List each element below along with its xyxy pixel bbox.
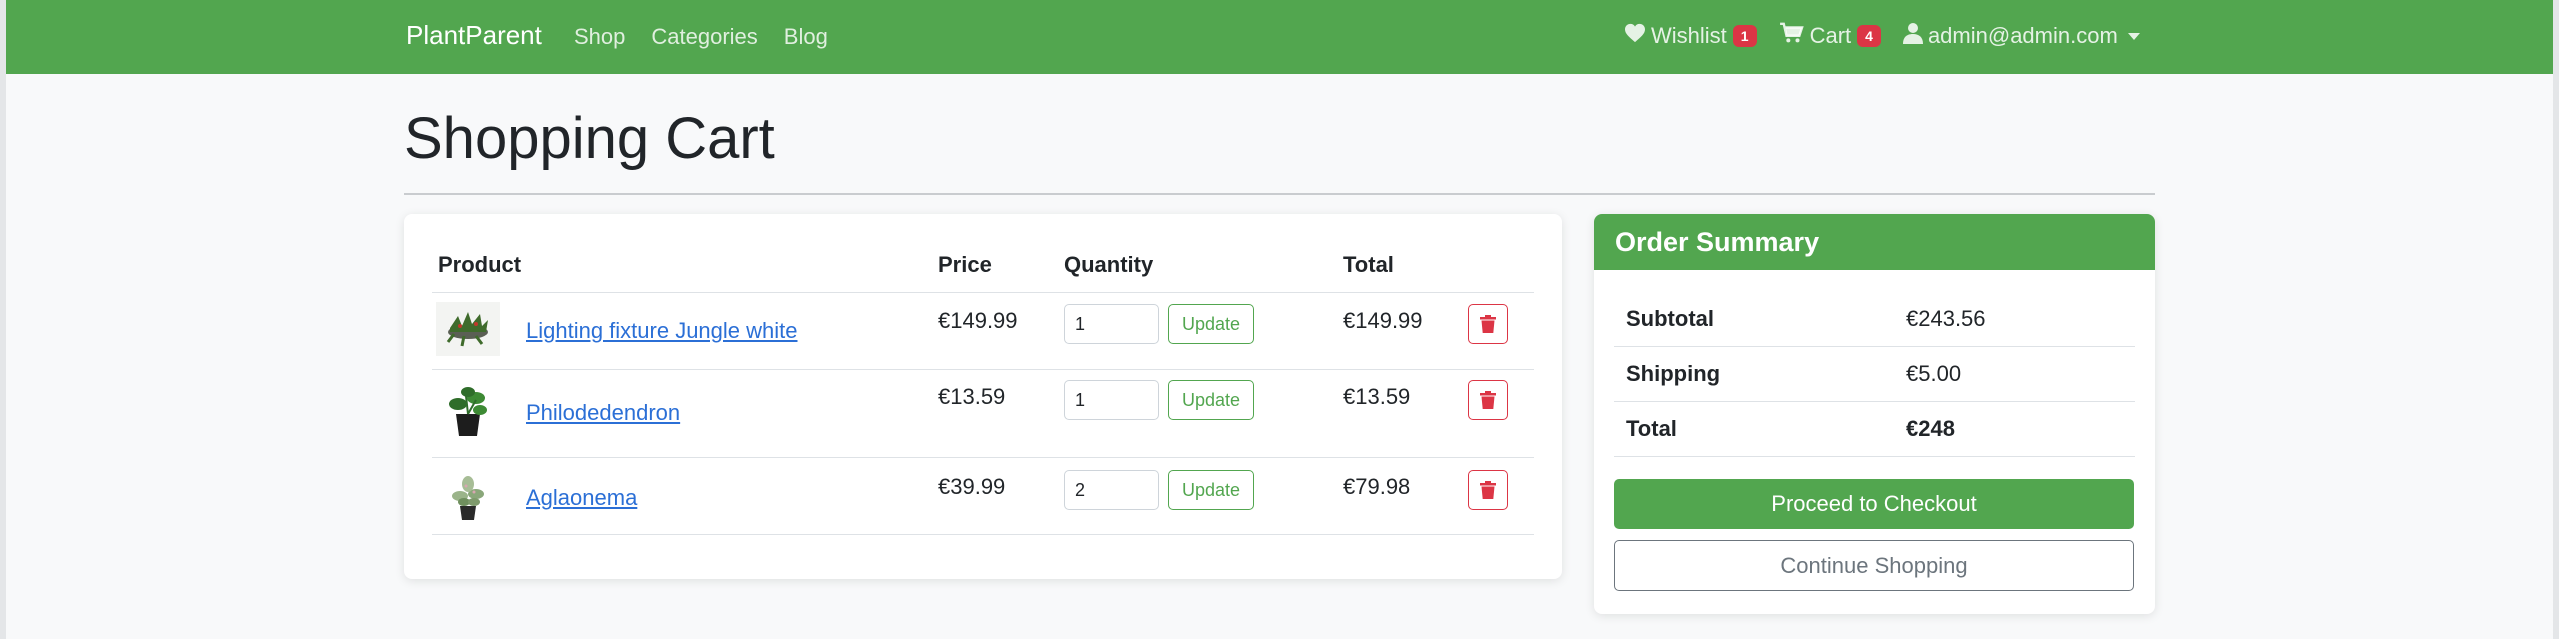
- product-thumbnail: [436, 384, 500, 438]
- cart-link[interactable]: Cart 4: [1779, 22, 1881, 50]
- brand-logo-link[interactable]: PlantParent: [406, 20, 542, 51]
- nav-right-group: Wishlist 1 Cart 4 admin@admin.com: [1624, 22, 2162, 50]
- wishlist-link[interactable]: Wishlist 1: [1624, 23, 1757, 49]
- user-menu-toggle[interactable]: admin@admin.com: [1902, 22, 2140, 50]
- item-total: €149.99: [1343, 308, 1423, 333]
- heart-icon: [1624, 23, 1651, 49]
- summary-divider: [1614, 346, 2135, 347]
- total-value: €248: [1906, 416, 1955, 441]
- proceed-to-checkout-button[interactable]: Proceed to Checkout: [1614, 479, 2134, 529]
- total-label: Total: [1626, 416, 1677, 441]
- column-header-product: Product: [438, 252, 522, 277]
- user-email: admin@admin.com: [1927, 23, 2118, 48]
- main-nav: Shop Categories Blog: [574, 24, 854, 50]
- remove-item-button[interactable]: [1468, 380, 1508, 420]
- header-divider: [432, 292, 1534, 293]
- column-header-quantity: Quantity: [1064, 252, 1154, 277]
- column-header-price: Price: [938, 252, 992, 277]
- wishlist-label: Wishlist: [1651, 23, 1727, 48]
- trash-icon: [1480, 315, 1496, 333]
- quantity-input[interactable]: [1064, 470, 1159, 510]
- cart-icon: [1779, 22, 1810, 50]
- cart-count-badge: 4: [1857, 25, 1881, 47]
- item-total: €13.59: [1343, 384, 1411, 409]
- order-summary-title: Order Summary: [1594, 214, 2155, 270]
- shipping-value: €5.00: [1906, 361, 1962, 386]
- update-quantity-button[interactable]: Update: [1168, 304, 1254, 344]
- remove-item-button[interactable]: [1468, 470, 1508, 510]
- summary-divider: [1614, 401, 2135, 402]
- shipping-label: Shipping: [1626, 361, 1721, 386]
- row-divider: [432, 534, 1534, 535]
- product-link[interactable]: Lighting fixture Jungle white: [526, 318, 798, 344]
- item-price: €39.99: [938, 474, 1006, 499]
- update-quantity-button[interactable]: Update: [1168, 380, 1254, 420]
- item-total: €79.98: [1343, 474, 1411, 499]
- order-summary-card: Order Summary Subtotal €243.56 Shipping …: [1594, 214, 2155, 614]
- trash-icon: [1480, 391, 1496, 409]
- row-divider: [432, 369, 1534, 370]
- subtotal-value: €243.56: [1906, 306, 1986, 331]
- nav-link-blog[interactable]: Blog: [784, 24, 828, 50]
- subtotal-label: Subtotal: [1626, 306, 1714, 331]
- title-divider: [404, 193, 2155, 195]
- product-link[interactable]: Philodedendron: [526, 400, 680, 426]
- dropdown-caret-icon: [2127, 32, 2140, 40]
- product-thumbnail: [436, 470, 500, 524]
- item-price: €149.99: [938, 308, 1018, 333]
- page-title: Shopping Cart: [404, 106, 775, 171]
- nav-link-categories[interactable]: Categories: [651, 24, 757, 50]
- product-link[interactable]: Aglaonema: [526, 485, 637, 511]
- quantity-input[interactable]: [1064, 304, 1159, 344]
- summary-divider: [1614, 456, 2135, 457]
- wishlist-count-badge: 1: [1732, 25, 1757, 47]
- column-header-total: Total: [1343, 252, 1394, 277]
- top-navbar: PlantParent Shop Categories Blog Wishlis…: [6, 0, 2553, 74]
- row-divider: [432, 457, 1534, 458]
- cart-label: Cart: [1809, 23, 1852, 48]
- window-frame-right: [2553, 0, 2559, 639]
- cart-table-card: Product Price Quantity Total Lighting fi…: [404, 214, 1562, 579]
- trash-icon: [1480, 481, 1496, 499]
- continue-shopping-button[interactable]: Continue Shopping: [1614, 540, 2134, 591]
- remove-item-button[interactable]: [1468, 304, 1508, 344]
- product-thumbnail: [436, 302, 500, 356]
- quantity-input[interactable]: [1064, 380, 1159, 420]
- update-quantity-button[interactable]: Update: [1168, 470, 1254, 510]
- item-price: €13.59: [938, 384, 1006, 409]
- nav-link-shop[interactable]: Shop: [574, 24, 625, 50]
- user-icon: [1902, 22, 1928, 50]
- window-frame-left: [0, 0, 6, 639]
